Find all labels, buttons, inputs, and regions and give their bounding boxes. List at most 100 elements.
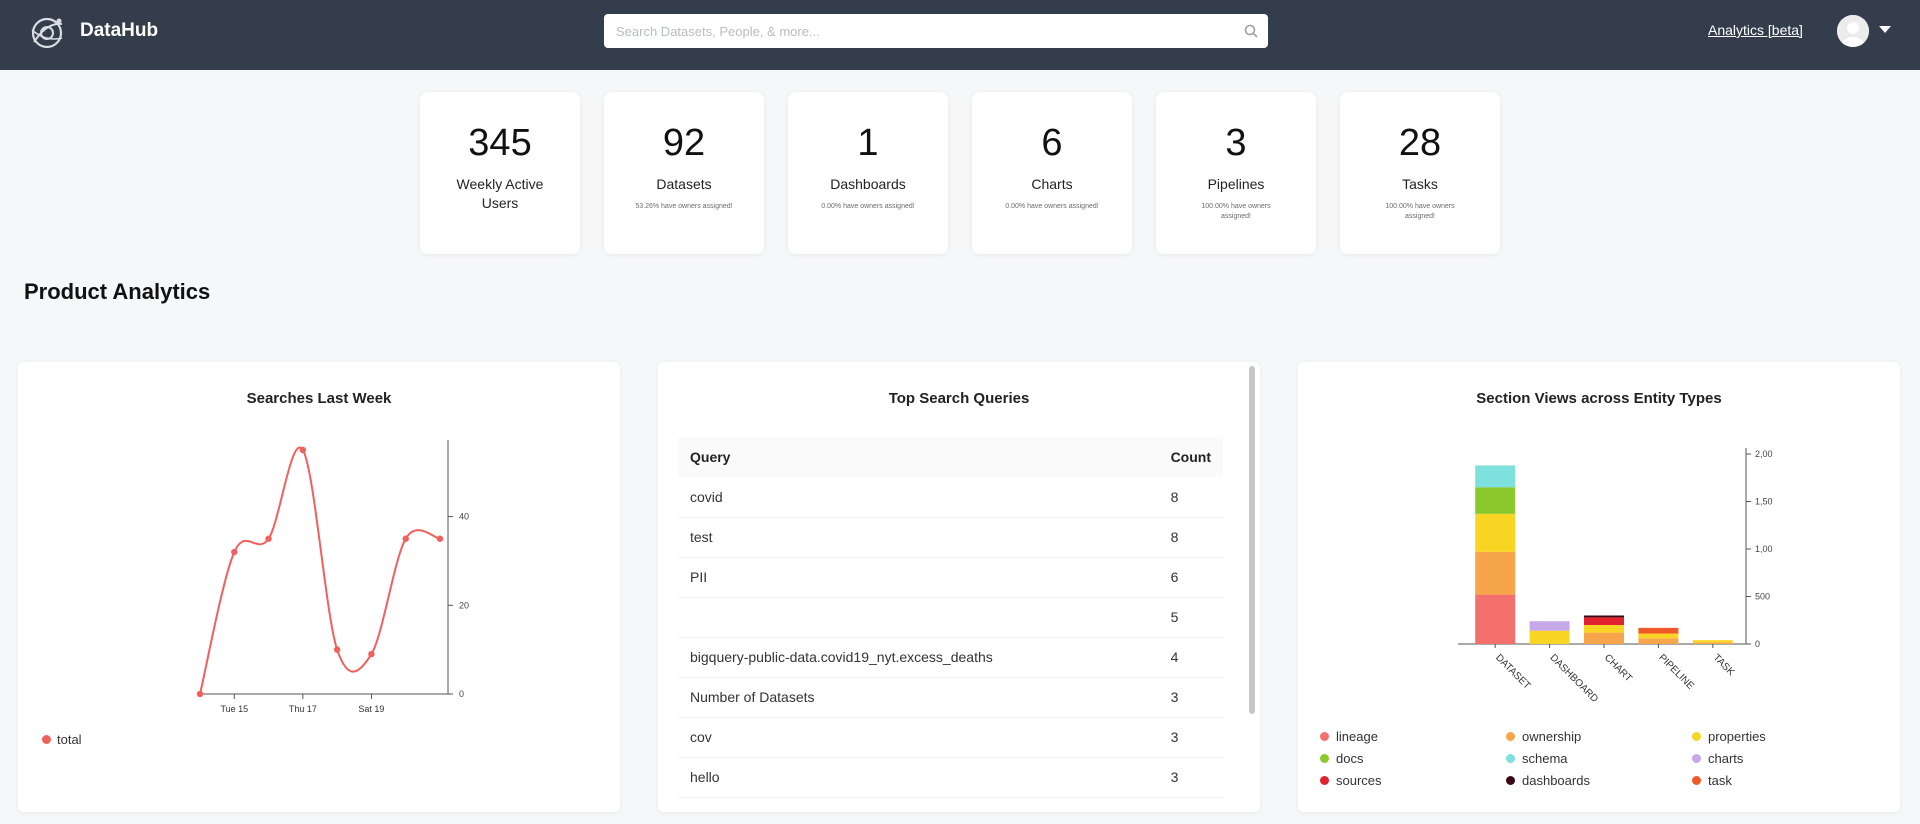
y-tick-label: 0 [1755, 639, 1760, 649]
legend-swatch [42, 735, 51, 744]
legend-item-docs[interactable]: docs [1320, 750, 1506, 767]
legend-item-dashboards[interactable]: dashboards [1506, 772, 1692, 789]
y-tick-label: 2,00 [1755, 449, 1773, 459]
data-point[interactable] [196, 690, 204, 698]
panel-title: Top Search Queries [888, 390, 1030, 407]
legend-item-charts[interactable]: charts [1692, 750, 1878, 767]
bar-segment-ownership[interactable] [1584, 632, 1624, 644]
table-row[interactable]: hello 3 [678, 757, 1223, 798]
table-row[interactable]: cov 3 [678, 717, 1223, 758]
query-cell [678, 597, 1159, 638]
data-point[interactable] [333, 646, 341, 653]
stat-value: 6 [1041, 122, 1063, 164]
series-line-total [199, 446, 441, 695]
legend-swatch [1320, 754, 1329, 763]
bar-segment-properties[interactable] [1638, 633, 1679, 639]
bar-segment-sources[interactable] [1584, 617, 1624, 625]
bar-segment-ownership[interactable] [1638, 638, 1679, 644]
table-row[interactable]: test 8 [678, 517, 1223, 558]
column-header-count[interactable]: Count [1158, 437, 1223, 477]
legend-label-total: total [57, 732, 82, 747]
table-row[interactable]: PII 6 [678, 557, 1223, 598]
legend-swatch [1506, 754, 1515, 763]
legend-item-task[interactable]: task [1692, 772, 1878, 789]
panel-scrollbar[interactable] [1249, 366, 1255, 714]
legend-item-sources[interactable]: sources [1320, 772, 1506, 789]
legend-item-lineage[interactable]: lineage [1320, 728, 1506, 745]
x-tick-label: Sat 19 [358, 704, 384, 714]
search-bar[interactable] [604, 14, 1268, 48]
bar-segment-properties[interactable] [1584, 625, 1624, 633]
search-input[interactable] [604, 14, 1234, 48]
line-chart-legend[interactable]: total [42, 732, 82, 747]
bar-segment-ownership[interactable] [1692, 642, 1733, 644]
data-point[interactable] [265, 535, 272, 542]
data-point[interactable] [368, 650, 375, 658]
bar-segment-lineage[interactable] [1475, 594, 1516, 644]
stat-card-weekly-active-users: 345 Weekly Active Users [420, 92, 580, 254]
data-point[interactable] [231, 548, 238, 556]
table-header-row: Query Count [678, 437, 1223, 477]
stat-value: 1 [857, 122, 879, 164]
stat-card-dashboards: 1 Dashboards 0.00% have owners assigned! [788, 92, 948, 254]
user-avatar[interactable] [1837, 15, 1869, 47]
bar-segment-schema[interactable] [1475, 465, 1516, 488]
data-point[interactable] [299, 446, 307, 454]
query-cell: cov [678, 717, 1159, 758]
column-header-query[interactable]: Query [678, 437, 1159, 477]
bar-segment-ownership[interactable] [1475, 551, 1516, 595]
count-cell: 3 [1158, 757, 1223, 798]
table-row[interactable]: 5 [678, 597, 1223, 638]
data-point[interactable] [402, 535, 409, 542]
query-cell: Number of Datasets [678, 677, 1159, 718]
stat-owner-note: 0.00% have owners assigned! [821, 203, 915, 210]
stat-card-pipelines: 3 Pipelines 100.00% have owners assigned… [1156, 92, 1316, 254]
bar-segment-docs[interactable] [1475, 487, 1516, 514]
stat-owner-note: 0.00% have owners assigned! [1005, 203, 1099, 210]
count-cell: 8 [1158, 517, 1223, 558]
legend-item-ownership[interactable]: ownership [1506, 728, 1692, 745]
count-cell: 3 [1158, 677, 1223, 718]
legend-label: task [1708, 773, 1732, 788]
bar-segment-task[interactable] [1638, 627, 1679, 634]
legend-label: properties [1708, 729, 1766, 744]
table-row[interactable]: bigquery-public-data.covid19_nyt.excess_… [678, 637, 1223, 678]
search-icon[interactable] [1234, 14, 1268, 48]
bar-segment-dashboards[interactable] [1584, 615, 1624, 618]
stat-label: Datasets [656, 176, 712, 192]
data-point[interactable] [436, 535, 444, 542]
legend-item-schema[interactable]: schema [1506, 750, 1692, 767]
stat-label: Dashboards [830, 176, 906, 192]
stat-card-charts: 6 Charts 0.00% have owners assigned! [972, 92, 1132, 254]
count-cell: 4 [1158, 637, 1223, 678]
query-cell: test [678, 517, 1159, 558]
query-cell: hello [678, 757, 1159, 798]
section-title: Product Analytics [24, 279, 211, 304]
bar-segment-charts[interactable] [1529, 621, 1570, 631]
bar-segment-properties[interactable] [1529, 630, 1570, 644]
legend-swatch [1320, 776, 1329, 785]
top-search-queries-panel: Top Search Queries Query Count covid 8 te… [658, 362, 1260, 812]
stat-label: Weekly Active Users [456, 176, 544, 211]
user-menu-chevron-down-icon[interactable] [1879, 26, 1891, 33]
legend-item-properties[interactable]: properties [1692, 728, 1878, 745]
datahub-logo-icon[interactable] [26, 12, 68, 54]
legend-label: sources [1336, 773, 1382, 788]
stat-owner-note: 100.00% have owners assigned! [1201, 203, 1271, 220]
legend-swatch [1692, 732, 1701, 741]
table-row[interactable]: Number of Datasets 3 [678, 677, 1223, 718]
analytics-link[interactable]: Analytics [beta] [1708, 22, 1803, 38]
legend-label: dashboards [1522, 773, 1590, 788]
stat-card-tasks: 28 Tasks 100.00% have owners assigned! [1340, 92, 1500, 254]
search-queries-table: Query Count covid 8 test 8 PII 6 5 bigquery… [678, 437, 1223, 798]
bar-segment-properties[interactable] [1692, 640, 1733, 643]
stat-label: Charts [1031, 176, 1073, 192]
y-tick-label: 40 [459, 512, 469, 522]
bar-segment-properties[interactable] [1475, 513, 1516, 552]
legend-label: schema [1522, 751, 1568, 766]
legend-swatch [1320, 732, 1329, 741]
query-cell: bigquery-public-data.covid19_nyt.excess_… [678, 637, 1159, 678]
brand-name[interactable]: DataHub [80, 20, 158, 42]
table-row[interactable]: covid 8 [678, 477, 1223, 518]
legend-label: ownership [1522, 729, 1582, 744]
